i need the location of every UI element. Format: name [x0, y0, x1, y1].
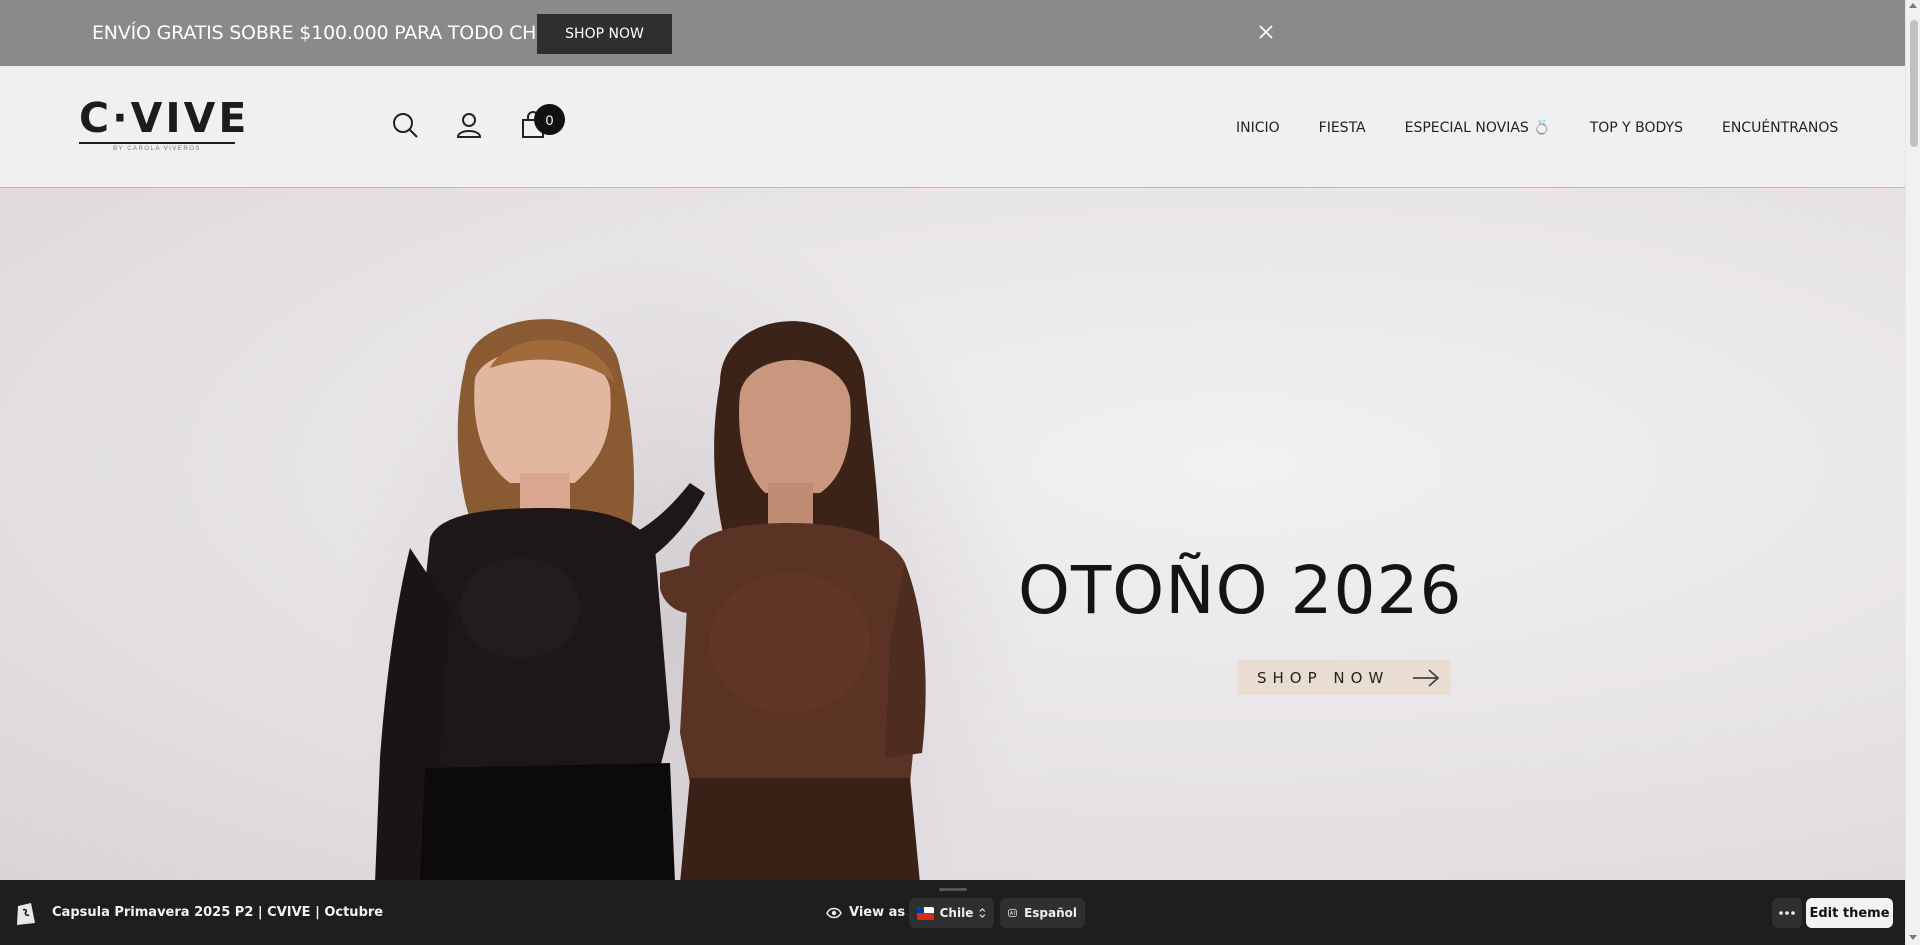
hero-title: OTOÑO 2026 — [1018, 552, 1463, 629]
more-options-button[interactable] — [1772, 898, 1802, 928]
theme-preview-bar: Capsula Primavera 2025 P2 | CVIVE | Octu… — [0, 880, 1905, 945]
edit-theme-button[interactable]: Edit theme — [1806, 898, 1893, 928]
hero-shop-now-button[interactable]: SHOP NOW — [1237, 660, 1451, 695]
logo-underline — [79, 142, 235, 144]
shopify-icon — [14, 900, 38, 926]
theme-name: Capsula Primavera 2025 P2 | CVIVE | Octu… — [52, 905, 384, 920]
language-label: Español — [1024, 906, 1077, 920]
scroll-up-arrow-icon[interactable] — [1909, 3, 1917, 8]
user-icon[interactable] — [454, 110, 484, 140]
site-header: C·VIVE BY CAROLA VIVEROS 0 INICIO FIESTA… — [0, 66, 1905, 254]
language-selector[interactable]: Español — [1000, 898, 1085, 928]
logo-subtext: BY CAROLA VIVEROS — [113, 146, 201, 152]
announcement-bar: ENVÍO GRATIS SOBRE $100.000 PARA TODO CH… — [0, 0, 1905, 66]
view-as-label: View as — [849, 905, 906, 920]
arrow-right-icon — [1413, 669, 1440, 687]
chevron-updown-icon — [979, 908, 986, 918]
hero-banner[interactable]: OTOÑO 2026 SHOP NOW — [0, 188, 1905, 880]
close-icon[interactable] — [1256, 22, 1276, 42]
nav-item-fiesta[interactable]: FIESTA — [1319, 120, 1366, 136]
chile-flag-icon — [917, 906, 934, 920]
ring-icon: 💍 — [1533, 120, 1551, 136]
logo-text: C·VIVE — [79, 94, 250, 142]
drag-handle[interactable] — [939, 888, 967, 891]
nav-item-top-y-bodys[interactable]: TOP Y BODYS — [1590, 120, 1683, 136]
more-icon — [1779, 911, 1795, 915]
logo[interactable]: C·VIVE BY CAROLA VIVEROS — [79, 94, 250, 152]
search-icon[interactable] — [390, 110, 420, 140]
eye-icon — [826, 907, 842, 918]
nav-item-especial-novias[interactable]: ESPECIAL NOVIAS 💍 — [1405, 120, 1551, 136]
page-scrollbar[interactable] — [1905, 0, 1920, 945]
nav-item-inicio[interactable]: INICIO — [1236, 120, 1280, 136]
model-right-image — [660, 321, 926, 880]
nav-item-label: ESPECIAL NOVIAS — [1404, 120, 1529, 136]
view-as-button[interactable]: View as — [826, 905, 905, 920]
storefront-page: ENVÍO GRATIS SOBRE $100.000 PARA TODO CH… — [0, 0, 1905, 945]
language-icon — [1008, 909, 1017, 917]
cart-count-badge: 0 — [534, 104, 565, 135]
country-label: Chile — [939, 906, 974, 920]
nav-item-encuentranos[interactable]: ENCUÉNTRANOS — [1722, 120, 1838, 136]
hero-cta-label: SHOP NOW — [1257, 668, 1390, 687]
announcement-shop-now-button[interactable]: SHOP NOW — [537, 14, 672, 54]
country-selector[interactable]: Chile — [909, 898, 994, 928]
announcement-text: ENVÍO GRATIS SOBRE $100.000 PARA TODO CH… — [92, 22, 564, 44]
main-nav: INICIO FIESTA ESPECIAL NOVIAS 💍 TOP Y BO… — [1236, 120, 1838, 136]
scroll-down-arrow-icon[interactable] — [1909, 935, 1917, 940]
scroll-thumb[interactable] — [1910, 20, 1918, 147]
